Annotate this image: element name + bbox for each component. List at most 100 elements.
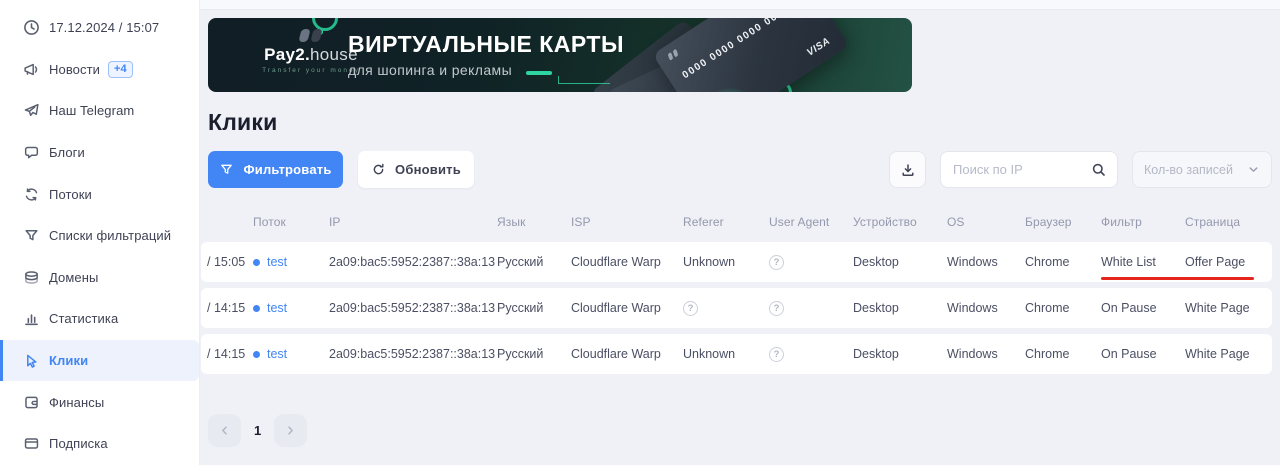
chevron-down-icon [1247, 163, 1260, 176]
current-page-number: 1 [254, 423, 261, 438]
column-header: OS [947, 215, 1025, 229]
news-count-badge: +4 [108, 61, 133, 78]
sidebar-item-label: Потоки [49, 187, 92, 202]
cell-time: / 15:05 [201, 255, 253, 269]
finance-icon [22, 393, 40, 411]
chevron-left-icon [218, 424, 231, 437]
sidebar-item-label: Новости [49, 62, 100, 77]
teal-dash-decoration [526, 71, 552, 75]
datetime-label: 17.12.2024 / 15:07 [49, 20, 159, 35]
download-button[interactable] [889, 151, 926, 188]
telegram-icon [22, 102, 40, 120]
column-header: Браузер [1025, 215, 1101, 229]
teal-line-decoration [558, 76, 610, 84]
sidebar-item-label: Клики [49, 353, 88, 368]
stream-link[interactable]: test [267, 255, 287, 269]
sidebar-item-label: Подписка [49, 436, 108, 451]
chat-icon [22, 144, 40, 162]
question-icon: ? [769, 255, 784, 270]
column-header: Поток [253, 215, 329, 229]
cell-filter: White List [1101, 255, 1185, 269]
filter-button-label: Фильтровать [243, 162, 331, 177]
sidebar-datetime: 17.12.2024 / 15:07 [0, 7, 199, 49]
table-row: / 15:05test2a09:bac5:5952:2387::38a:13Ру… [201, 242, 1272, 282]
cell-language: Русский [497, 255, 571, 269]
main-content: 0000 0000 0000 0000 VISA Pay2.house Tran… [200, 0, 1280, 465]
top-strip [200, 0, 1280, 10]
pay2house-ad-banner[interactable]: 0000 0000 0000 0000 VISA Pay2.house Tran… [208, 18, 912, 92]
funnel-icon [22, 227, 40, 245]
table-body: / 15:05test2a09:bac5:5952:2387::38a:13Ру… [201, 242, 1272, 374]
cell-os: Windows [947, 255, 1025, 269]
column-header: Фильтр [1101, 215, 1185, 229]
domains-icon [22, 268, 40, 286]
visa-logo: VISA [805, 36, 832, 59]
column-header: Устройство [853, 215, 947, 229]
cell-referer: ? [683, 300, 769, 316]
sidebar-item-label: Статистика [49, 311, 118, 326]
filter-button[interactable]: Фильтровать [208, 151, 343, 188]
question-icon: ? [683, 301, 698, 316]
sidebar-item-statistics[interactable]: Статистика [0, 298, 199, 340]
column-header: Referer [683, 215, 769, 229]
banner-subheadline: для шопинга и рекламы [348, 62, 512, 78]
megaphone-icon [22, 60, 40, 78]
sidebar-item-streams[interactable]: Потоки [0, 173, 199, 215]
sidebar-item-clicks[interactable]: Клики [0, 340, 199, 382]
cell-os: Windows [947, 347, 1025, 361]
sidebar-item-label: Финансы [49, 395, 104, 410]
stream-link[interactable]: test [267, 301, 287, 315]
stream-status-dot [253, 351, 260, 358]
sidebar-item-subscription[interactable]: Подписка [0, 423, 199, 465]
refresh-icon [371, 162, 386, 177]
cell-browser: Chrome [1025, 347, 1101, 361]
cell-user-agent: ? [769, 300, 853, 316]
sidebar-item-domains[interactable]: Домены [0, 257, 199, 299]
cell-device: Desktop [853, 347, 947, 361]
sidebar: 17.12.2024 / 15:07 Новости +4 Наш Telegr… [0, 0, 200, 465]
next-page-button[interactable] [274, 414, 307, 447]
cell-browser: Chrome [1025, 301, 1101, 315]
cell-referer: Unknown [683, 255, 769, 269]
cell-page: White Page [1185, 347, 1272, 361]
sidebar-item-blogs[interactable]: Блоги [0, 132, 199, 174]
page-title: Клики [208, 109, 1280, 136]
cell-stream: test [253, 301, 329, 315]
stream-link[interactable]: test [267, 347, 287, 361]
clock-icon [22, 19, 40, 37]
cell-language: Русский [497, 301, 571, 315]
column-header: Язык [497, 215, 571, 229]
toolbar-right: Кол-во записей [889, 151, 1272, 188]
stream-status-dot [253, 259, 260, 266]
column-header: User Agent [769, 215, 853, 229]
streams-icon [22, 185, 40, 203]
banner-headline: ВИРТУАЛЬНЫЕ КАРТЫ [348, 31, 624, 58]
records-count-dropdown[interactable]: Кол-во записей [1132, 151, 1272, 188]
sidebar-item-label: Домены [49, 270, 98, 285]
cell-isp: Cloudflare Warp [571, 301, 683, 315]
cell-device: Desktop [853, 255, 947, 269]
refresh-button-label: Обновить [395, 162, 461, 177]
cell-ip: 2a09:bac5:5952:2387::38a:13 [329, 347, 497, 361]
toolbar: Фильтровать Обновить [208, 151, 1272, 188]
cell-isp: Cloudflare Warp [571, 255, 683, 269]
refresh-button[interactable]: Обновить [358, 151, 474, 188]
table-row: / 14:15 test 2a09:bac5:5952:2387::38a:13Ру… [201, 288, 1272, 328]
cell-ip: 2a09:bac5:5952:2387::38a:13 [329, 301, 497, 315]
cell-time: / 14:15 [201, 301, 253, 315]
sidebar-item-label: Наш Telegram [49, 103, 134, 118]
prev-page-button[interactable] [208, 414, 241, 447]
sidebar-item-telegram[interactable]: Наш Telegram [0, 90, 199, 132]
cell-filter: On Pause [1101, 347, 1185, 361]
sidebar-item-label: Списки фильтраций [49, 228, 171, 243]
cell-os: Windows [947, 301, 1025, 315]
cell-page: White Page [1185, 301, 1272, 315]
search-input[interactable] [953, 162, 1091, 177]
chevron-right-icon [284, 424, 297, 437]
column-header: IP [329, 215, 497, 229]
sidebar-item-news[interactable]: Новости +4 [0, 49, 199, 91]
sidebar-item-finance[interactable]: Финансы [0, 381, 199, 423]
download-icon [900, 162, 916, 178]
sidebar-item-filter-lists[interactable]: Списки фильтраций [0, 215, 199, 257]
cell-isp: Cloudflare Warp [571, 347, 683, 361]
